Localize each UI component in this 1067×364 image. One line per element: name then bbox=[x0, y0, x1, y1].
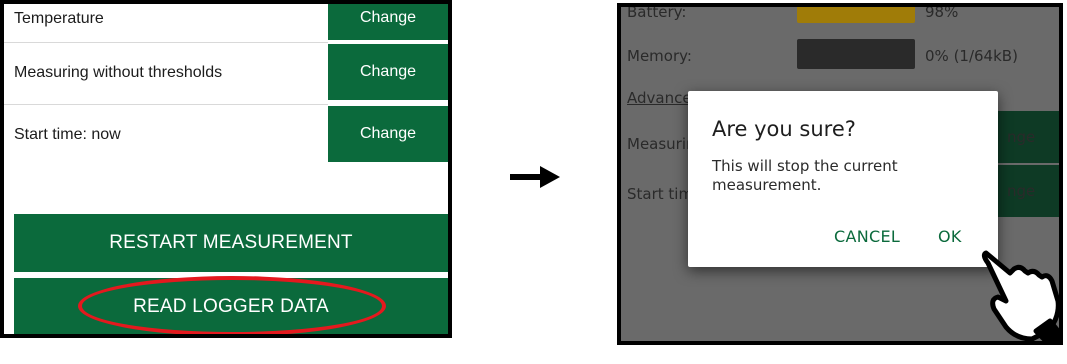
change-label: nge bbox=[1007, 182, 1036, 200]
change-label: nge bbox=[1007, 128, 1036, 146]
advanced-label: Advance bbox=[627, 89, 692, 107]
memory-value: 0% (1/64kB) bbox=[925, 47, 1018, 65]
change-button-temperature[interactable]: Change bbox=[328, 4, 448, 40]
change-button-start[interactable]: nge bbox=[991, 165, 1059, 217]
start-time-label: Start tim bbox=[627, 185, 694, 203]
divider bbox=[4, 42, 328, 43]
battery-label: Battery: bbox=[627, 3, 687, 21]
dialog-message: This will stop the current measurement. bbox=[712, 157, 898, 194]
battery-bar bbox=[797, 7, 915, 23]
memory-bar bbox=[797, 39, 915, 69]
row-label-thresholds: Measuring without thresholds bbox=[14, 64, 223, 81]
cancel-button[interactable]: CANCEL bbox=[834, 227, 900, 246]
row-label-start-time: Start time: now bbox=[14, 126, 121, 143]
left-screenshot: Temperature Change Measuring without thr… bbox=[0, 0, 452, 338]
memory-label: Memory: bbox=[627, 47, 692, 65]
right-screenshot: Battery: 98% Memory: 0% (1/64kB) Advance… bbox=[617, 3, 1063, 345]
measuring-label: Measurin bbox=[627, 135, 696, 153]
ok-button[interactable]: OK bbox=[938, 227, 962, 246]
highlight-circle bbox=[78, 276, 386, 334]
pointing-hand-icon bbox=[981, 250, 1059, 341]
change-button-thresholds[interactable]: Change bbox=[328, 44, 448, 100]
right-arrow-icon bbox=[510, 166, 560, 188]
confirm-dialog: Are you sure? This will stop the current… bbox=[688, 91, 998, 267]
battery-value: 98% bbox=[925, 3, 959, 21]
restart-measurement-button[interactable]: RESTART MEASUREMENT bbox=[14, 214, 448, 272]
dialog-title: Are you sure? bbox=[712, 117, 856, 141]
divider bbox=[4, 104, 328, 105]
change-button-start-time[interactable]: Change bbox=[328, 106, 448, 162]
change-button-measuring[interactable]: nge bbox=[991, 111, 1059, 163]
row-label-temperature: Temperature bbox=[14, 10, 104, 27]
